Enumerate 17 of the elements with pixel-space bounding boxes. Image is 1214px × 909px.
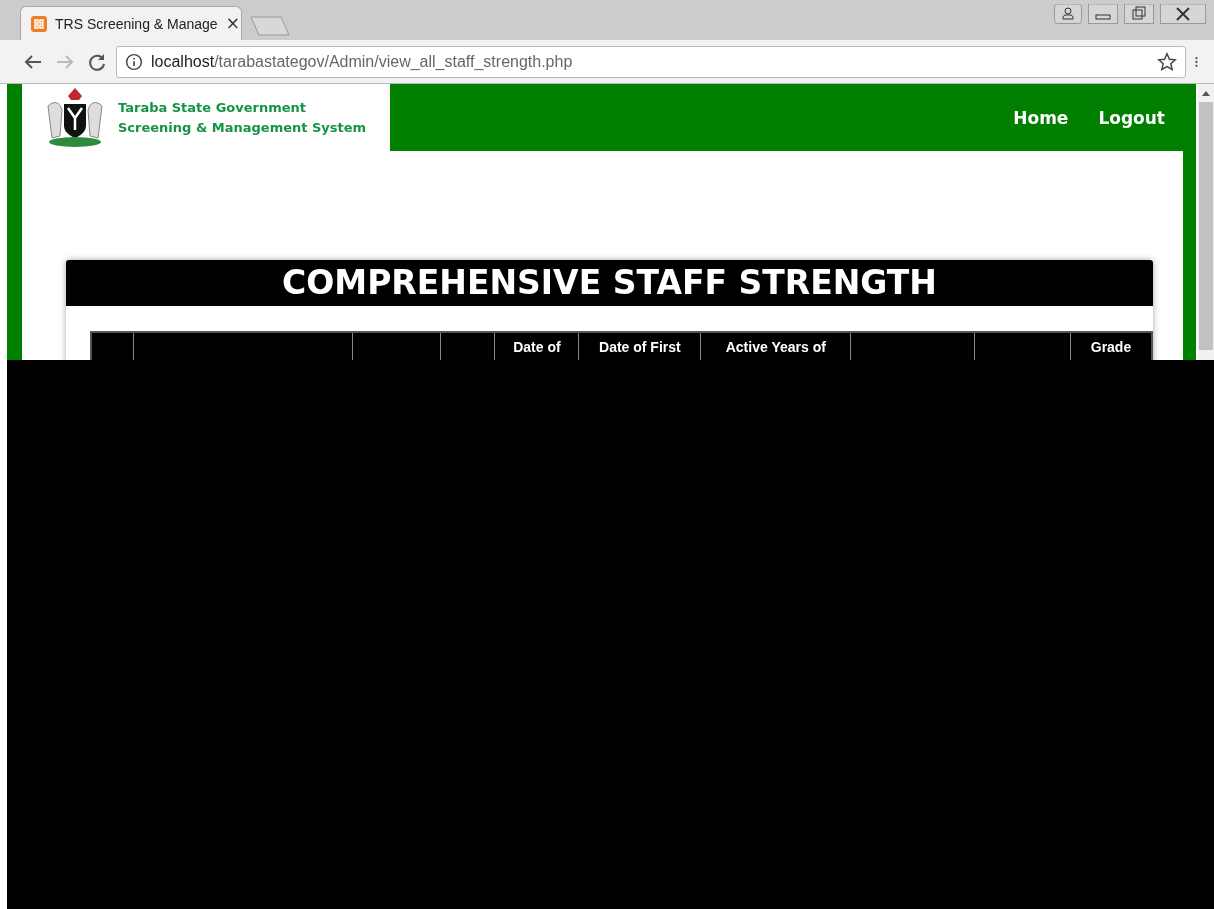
minimize-button[interactable] — [1088, 4, 1118, 24]
nav-link[interactable]: Home — [1013, 107, 1069, 128]
card-title: COMPREHENSIVE STAFF STRENGTH — [66, 260, 1153, 306]
site-title: Screening & Management System — [118, 118, 367, 137]
close-tab-button[interactable]: × — [225, 15, 240, 32]
restore-button[interactable] — [1124, 4, 1154, 24]
app-logo-icon — [31, 15, 47, 32]
star-icon[interactable] — [1157, 51, 1177, 72]
info-icon — [125, 52, 143, 71]
profile-icon[interactable] — [1054, 4, 1082, 24]
address-bar[interactable]: localhost/tarabastategov/Admin/view_all_staff_strength.php — [116, 45, 1186, 78]
scroll-up-icon[interactable] — [1201, 90, 1211, 98]
browser-tab[interactable]: TRS Screening & Manage × — [20, 6, 242, 40]
scrollbar-thumb[interactable] — [1199, 102, 1213, 350]
site-title: Taraba State Government — [118, 98, 308, 117]
close-button[interactable] — [1160, 4, 1206, 24]
nav-link[interactable]: Logout — [1098, 107, 1165, 128]
